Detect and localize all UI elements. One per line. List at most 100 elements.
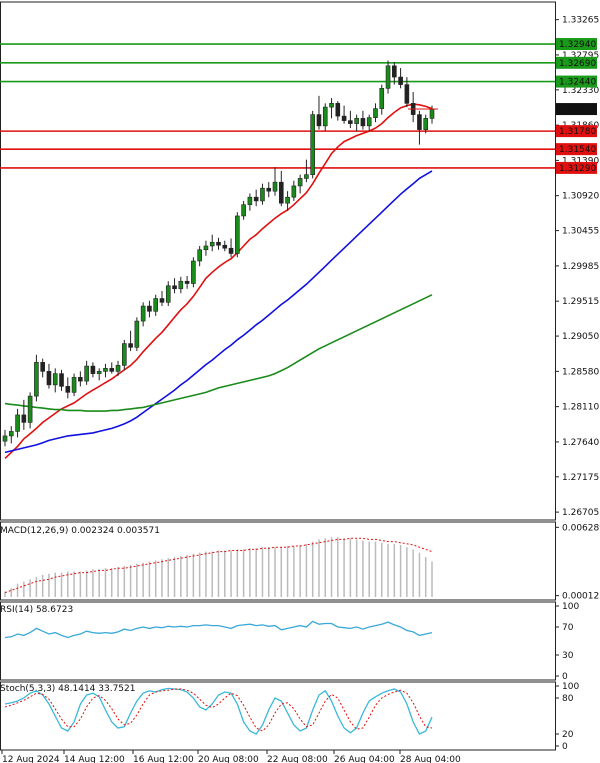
candle	[360, 110, 366, 130]
candle	[385, 60, 391, 94]
candle-body	[172, 285, 177, 290]
time-tick-label: 22 Aug 08:00	[267, 755, 328, 763]
macd-tick-label: 0.000122	[562, 592, 600, 602]
candle-body	[253, 196, 259, 202]
stoch-tick-label: 80	[562, 694, 574, 704]
price-tick-label: 1.30455	[562, 227, 599, 237]
candle	[147, 300, 152, 318]
candle	[379, 84, 385, 115]
candle	[165, 281, 171, 307]
price-tick-label: 1.28580	[562, 367, 599, 377]
candle	[40, 358, 45, 378]
candle-body	[203, 245, 209, 251]
candle-body	[140, 305, 146, 322]
candle-body	[404, 84, 410, 104]
candle	[122, 339, 127, 370]
candle	[209, 234, 215, 252]
candle	[235, 212, 240, 258]
price-tick-label: 1.26705	[562, 508, 599, 518]
price-tick-label: 1.29050	[562, 332, 599, 342]
candle	[27, 392, 33, 429]
stoch-label: Stoch(5,3,3) 48.1414 33.7521	[0, 684, 135, 694]
candle	[222, 240, 228, 252]
candle-body	[322, 106, 328, 127]
candle-body	[115, 365, 121, 372]
candle-body	[103, 368, 108, 372]
rsi-tick-label: 100	[562, 602, 579, 612]
stoch-tick-label: 100	[562, 682, 579, 692]
candle	[373, 103, 378, 123]
candle-body	[392, 65, 397, 78]
price-tick-label: 1.33265	[562, 16, 599, 26]
candle	[260, 183, 265, 205]
candle-body	[429, 109, 435, 119]
macd-label: MACD(12,26,9) 0.002324 0.003571	[0, 526, 160, 536]
candle	[354, 114, 359, 132]
stoch-k-line	[4, 687, 433, 735]
moving-average-line	[4, 103, 433, 459]
candle-body	[178, 280, 184, 290]
rsi-tick-label: 30	[562, 651, 574, 661]
candle-body	[247, 196, 253, 205]
candle	[109, 362, 115, 374]
candle-body	[278, 181, 284, 204]
price-tick-label: 1.27175	[562, 473, 599, 483]
candle	[247, 193, 253, 211]
candle-body	[373, 108, 378, 118]
candle-body	[241, 204, 246, 217]
level-price-label: 1.31540	[559, 145, 596, 155]
candle	[128, 330, 133, 352]
candle-body	[153, 298, 159, 312]
stoch-pane: Stoch(5,3,3) 48.1414 33.7521	[0, 681, 556, 751]
candle	[322, 103, 328, 132]
candle	[172, 278, 177, 294]
rsi-label: RSI(14) 58.6723	[0, 605, 73, 615]
candle	[285, 191, 290, 211]
candle-body	[354, 118, 359, 124]
candle-body	[423, 118, 429, 130]
candle-body	[34, 362, 39, 397]
time-tick-label: 26 Aug 04:00	[334, 755, 395, 763]
candle-body	[71, 377, 77, 393]
candle-body	[235, 215, 240, 254]
candle-body	[52, 373, 58, 386]
candle	[253, 189, 259, 207]
candle-body	[310, 114, 315, 175]
candle-body	[385, 65, 391, 89]
candle	[266, 182, 272, 198]
candle	[191, 257, 196, 288]
candle	[335, 101, 341, 121]
rsi-frame	[0, 601, 556, 681]
candle-body	[379, 88, 385, 109]
candle-body	[341, 115, 347, 121]
candle-body	[329, 103, 334, 108]
candle	[228, 238, 234, 258]
candle-body	[272, 181, 278, 192]
time-tick-label: 28 Aug 04:00	[400, 755, 461, 763]
candle	[278, 170, 284, 207]
candle-body	[2, 435, 8, 442]
candle-body	[266, 187, 272, 192]
candle-body	[191, 260, 196, 284]
candle-body	[260, 187, 265, 202]
candle	[329, 98, 334, 119]
macd-pane: MACD(12,26,9) 0.002324 0.003571	[0, 521, 556, 601]
candle-body	[8, 431, 14, 437]
rsi-pane: RSI(14) 58.6723	[0, 601, 556, 681]
candle	[15, 408, 20, 438]
main-pane-frame	[0, 1, 556, 521]
candle-body	[165, 285, 171, 303]
candle-body	[134, 320, 140, 348]
candle-body	[122, 343, 127, 366]
current-price-label: 1.32074	[559, 105, 596, 115]
candle	[78, 371, 83, 387]
candle-body	[65, 386, 71, 393]
candle	[134, 317, 140, 352]
candle-body	[216, 241, 221, 246]
candle-body	[304, 174, 309, 179]
candle	[216, 237, 221, 250]
candle-body	[40, 362, 45, 372]
candle	[84, 360, 89, 385]
price-chart: MACD(12,26,9) 0.002324 0.003571 RSI(14) …	[0, 1, 600, 763]
level-price-label: 1.32940	[559, 40, 596, 50]
